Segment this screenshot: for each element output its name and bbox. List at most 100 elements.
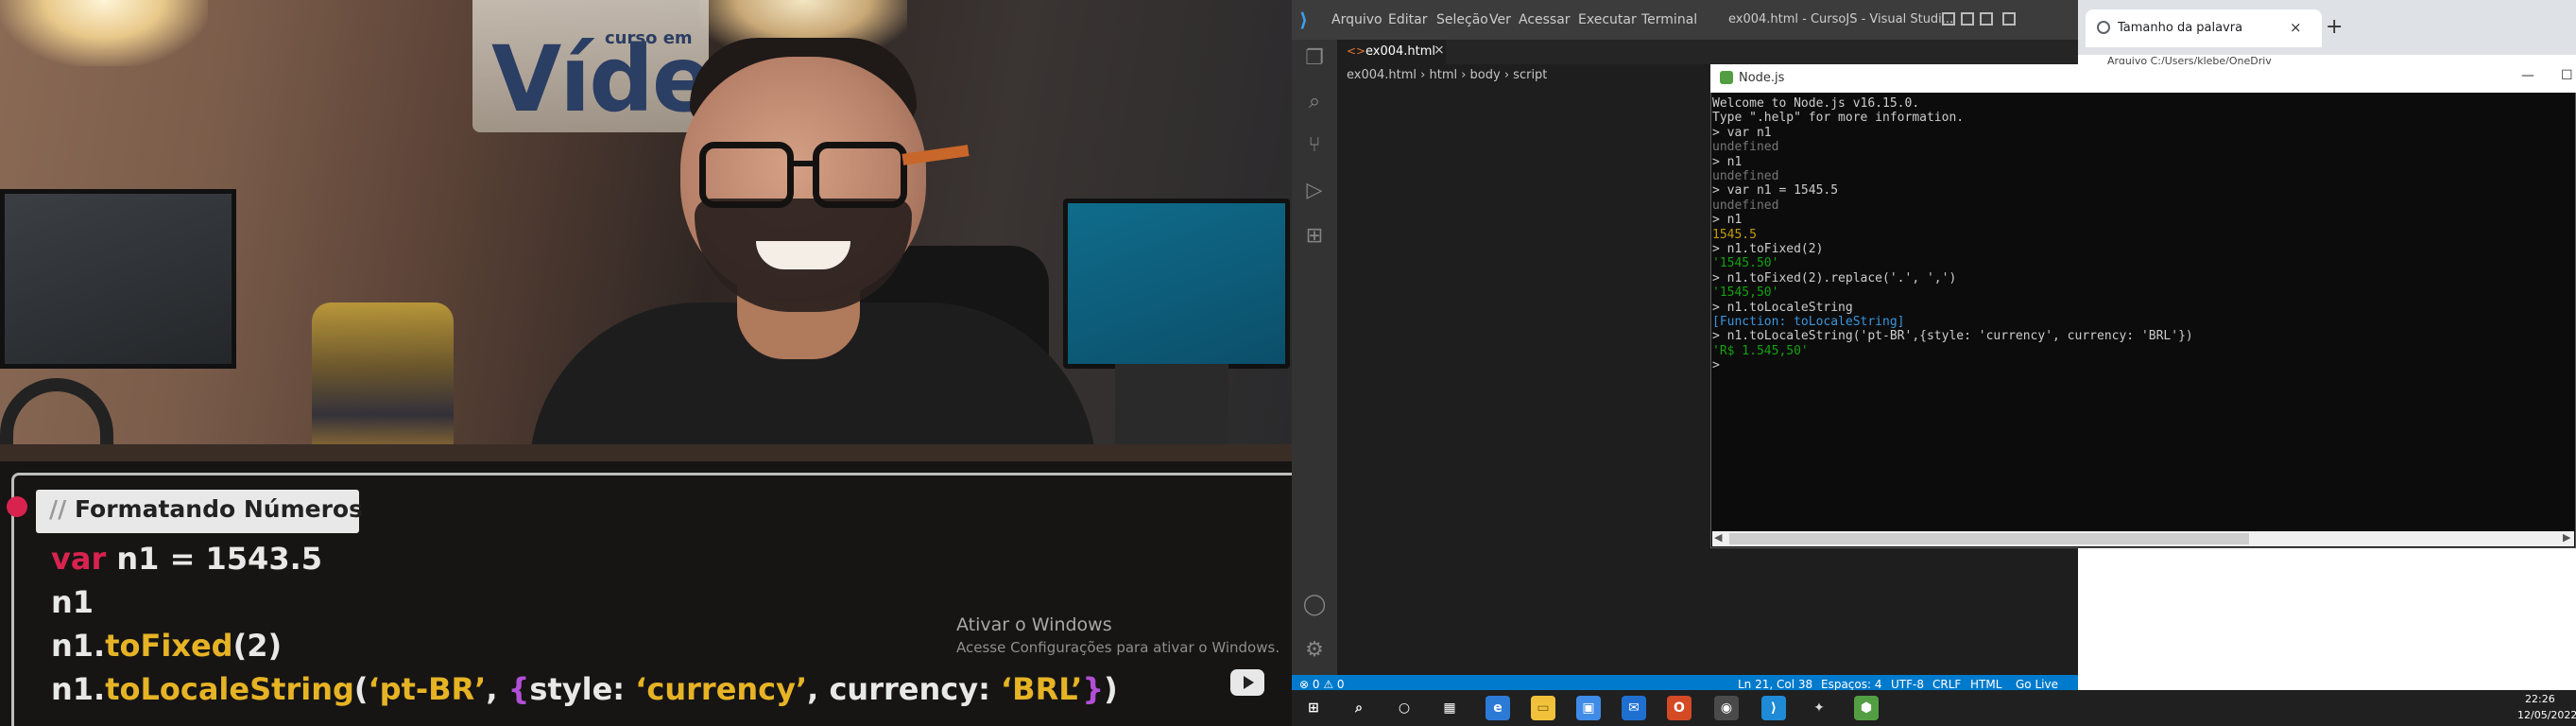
code-key: style: [529,671,636,707]
taskbar [1292,690,2576,726]
layout-sidebar-icon[interactable] [1942,12,1955,26]
console-line: [Function: toLocaleString] [1712,315,1905,329]
code-comma: , [486,671,508,707]
console-line: > n1 [1712,213,1743,228]
office-icon[interactable]: O [1667,696,1692,720]
nodejs-icon [1720,71,1733,84]
code-keyword: var [51,541,107,577]
cortana-icon[interactable]: ○ [1392,696,1417,720]
code-text: n1 = 1543.5 [106,541,322,577]
monitor-stand [1115,364,1228,449]
chrome-icon[interactable]: ◉ [1714,696,1739,720]
editor-tabbar [1337,40,2078,64]
screen: curso em Vídeo // Formatando Números var [0,0,2576,726]
console-line: > [1712,358,1720,373]
code-key: , currency: [807,671,1002,707]
layout-secondary-icon[interactable] [1980,12,1993,26]
settings-gear-icon[interactable]: ⚙ [1301,637,1328,664]
overlay-code-line-3: n1.toFixed(2) [51,628,282,664]
code-string: ‘pt-BR’ [368,671,487,707]
shelf [0,444,1292,463]
window-title: ex004.html - CursoJS - Visual Studi... [1728,12,1954,26]
glasses-left [699,142,794,208]
status-problems[interactable]: ⊗ 0 ⚠ 0 [1299,678,1345,691]
account-icon[interactable]: ◯ [1301,592,1328,618]
code-string: ‘BRL’ [1001,671,1083,707]
maximize-icon[interactable]: ☐ [2561,68,2573,83]
presenter-smile [756,241,850,269]
video-scene: curso em Vídeo [0,0,1292,463]
youtube-icon[interactable] [1230,669,1264,696]
menu-acessar[interactable]: Acessar [1519,12,1571,27]
breadcrumb[interactable]: ex004.html › html › body › script [1347,68,1547,82]
menu-editar[interactable]: Editar [1388,12,1427,27]
background-monitor-left [0,189,236,369]
edge-icon[interactable]: e [1485,696,1510,720]
code-brace: { [507,671,530,707]
status-encoding[interactable]: UTF-8 [1891,678,1924,691]
console-line: undefined [1712,169,1779,183]
browser-tab-label[interactable]: Tamanho da palavra [2118,21,2242,35]
menu-selecao[interactable]: Seleção [1436,12,1488,27]
globe-icon [2097,21,2110,34]
glasses-bridge [792,161,815,166]
console-line: Type ".help" for more information. [1712,111,1965,126]
extensions-icon[interactable]: ⊞ [1301,223,1328,250]
explorer-icon[interactable]: ❐ [1301,45,1328,72]
code-string: ‘currency’ [635,671,808,707]
browser-tab-close-icon[interactable]: × [2290,19,2302,36]
status-eol[interactable]: CRLF [1932,678,1961,691]
customize-layout-icon[interactable] [2002,12,2016,26]
menu-ver[interactable]: Ver [1489,12,1511,27]
task-view-icon[interactable]: ▦ [1437,696,1462,720]
menu-terminal[interactable]: Terminal [1641,12,1697,27]
scroll-left-icon[interactable]: ◀ [1714,531,1722,544]
status-position[interactable]: Ln 21, Col 38 [1738,678,1812,691]
console-line: undefined [1712,140,1779,155]
layout-panel-icon[interactable] [1961,12,1974,26]
status-golive[interactable]: Go Live [2016,678,2058,691]
video-frame[interactable]: curso em Vídeo // Formatando Números var [0,0,1292,726]
store-icon[interactable]: ▣ [1576,696,1601,720]
source-control-icon[interactable]: ⑂ [1301,132,1328,159]
tab-label[interactable]: ex004.html [1365,44,1435,59]
menu-arquivo[interactable]: Arquivo [1331,12,1382,27]
mail-icon[interactable]: ✉ [1622,696,1646,720]
console-line: > var n1 [1712,125,1772,140]
overlay-code-line-1: var n1 = 1543.5 [51,541,322,577]
code-obj: n1. [51,671,106,707]
git-bash-icon[interactable]: ✦ [1807,696,1831,720]
scrollbar-thumb[interactable] [1729,533,2249,544]
taskbar-date[interactable]: 12/05/2022 [2517,709,2576,721]
comment-slash: // [49,495,67,523]
status-language[interactable]: HTML [1970,678,2001,691]
start-windows-icon[interactable]: ⊞ [1301,696,1326,720]
vscode-taskbar-icon[interactable]: ⟩ [1761,696,1786,720]
new-tab-icon[interactable]: + [2326,15,2343,39]
scroll-right-icon[interactable]: ▶ [2563,531,2570,544]
run-debug-icon[interactable]: ▷ [1301,178,1328,204]
vscode-logo-icon: ⟩ [1299,9,1309,31]
file-explorer-icon[interactable]: ▭ [1531,696,1555,720]
node-taskbar-icon[interactable]: ⬢ [1854,696,1879,720]
tab-close-icon[interactable]: × [1434,43,1445,58]
background-monitor-right [1063,199,1290,369]
console-line: 1545.5 [1712,227,1757,242]
search-taskbar-icon[interactable]: ⌕ [1347,696,1371,720]
status-spaces[interactable]: Espaços: 4 [1821,678,1882,691]
node-title: Node.js [1739,71,1785,85]
code-fn: toLocaleString [105,671,354,707]
console-line: '1545,50' [1712,285,1779,301]
minimize-icon[interactable]: — [2521,68,2534,83]
code-args: (2) [232,628,283,664]
console-line: undefined [1712,198,1779,213]
taskbar-time[interactable]: 22:26 [2525,693,2555,705]
console-line: > var n1 = 1545.5 [1712,183,1839,199]
overlay-code-line-2: n1 [51,584,94,620]
console-line: > n1 [1712,154,1743,169]
search-icon[interactable]: ⌕ [1301,89,1328,115]
menu-executar[interactable]: Executar [1578,12,1637,27]
console-line: Welcome to Node.js v16.15.0. [1712,96,1920,111]
console-line: > n1.toFixed(2).replace('.', ',') [1712,270,1957,285]
node-titlebar[interactable] [1710,64,2576,93]
